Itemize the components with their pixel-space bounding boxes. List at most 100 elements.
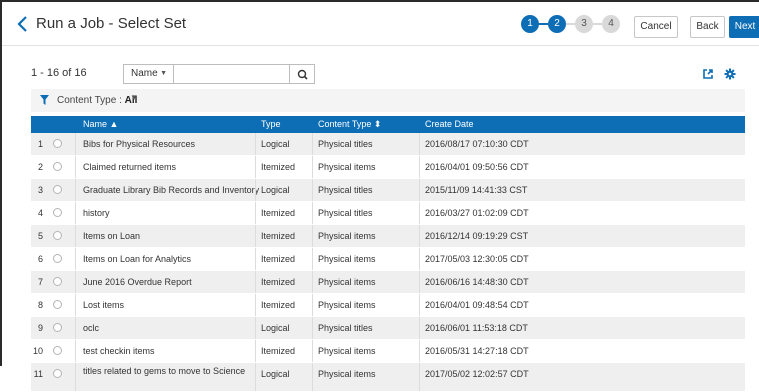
row-content-type-cell: Physical titles [318, 139, 373, 149]
row-select-radio[interactable] [53, 208, 62, 217]
row-type-cell: Itemized [261, 162, 296, 172]
column-divider [75, 317, 76, 339]
row-select-radio[interactable] [53, 277, 62, 286]
table-row[interactable]: 11 titles related to gems to move to Scie… [31, 363, 745, 392]
row-number: 10 [32, 346, 43, 356]
table-body: 1 Bibs for Physical Resources Logical Physi… [31, 133, 745, 392]
row-type-cell: Itemized [261, 300, 296, 310]
next-button[interactable]: Next [729, 16, 759, 38]
row-select-radio[interactable] [53, 231, 62, 240]
column-divider [75, 271, 76, 293]
column-divider [419, 294, 420, 316]
row-type-cell: Itemized [261, 208, 296, 218]
row-type-cell: Itemized [261, 346, 296, 356]
caret-down-icon[interactable]: ▼ [130, 93, 138, 102]
column-divider [255, 202, 256, 224]
table-row[interactable]: 5 Items on Loan Itemized Physical items 2016… [31, 225, 745, 248]
page-header: Run a Job - Select Set 1 2 3 4 Cancel Ba… [2, 2, 759, 46]
row-number: 7 [37, 277, 43, 287]
column-header-content-type[interactable]: Content Type ⬍ [318, 119, 381, 130]
search-input[interactable] [173, 64, 290, 84]
column-divider [255, 248, 256, 270]
step-4-indicator: 4 [602, 15, 620, 33]
back-button[interactable]: Back [690, 16, 725, 38]
column-divider [75, 225, 76, 247]
row-create-date-cell: 2016/06/01 11:53:18 CDT [425, 323, 528, 333]
window-frame-left [0, 0, 2, 366]
table-row[interactable]: 9 oclc Logical Physical titles 2016/06/01 11… [31, 317, 745, 340]
column-divider [255, 317, 256, 339]
table-row[interactable]: 1 Bibs for Physical Resources Logical Physi… [31, 133, 745, 156]
row-number: 8 [37, 300, 43, 310]
column-divider [419, 363, 420, 391]
column-divider [419, 225, 420, 247]
step-connector [539, 23, 548, 25]
row-name-cell: history [83, 208, 110, 218]
row-content-type-cell: Physical items [318, 254, 376, 264]
row-number: 6 [37, 254, 43, 264]
column-divider [255, 340, 256, 362]
table-row[interactable]: 10 test checkin items Itemized Physical ite… [31, 340, 745, 363]
results-count: 1 - 16 of 16 [31, 67, 87, 79]
row-select-radio[interactable] [53, 185, 62, 194]
column-divider [419, 340, 420, 362]
column-divider [255, 363, 256, 391]
column-divider [312, 225, 313, 247]
column-divider [312, 202, 313, 224]
export-icon[interactable] [702, 68, 714, 80]
row-select-radio[interactable] [53, 369, 62, 378]
row-select-radio[interactable] [53, 346, 62, 355]
search-button[interactable] [289, 64, 315, 84]
row-name-cell: Bibs for Physical Resources [83, 139, 196, 149]
column-header-create-date[interactable]: Create Date [425, 119, 474, 129]
column-divider [75, 294, 76, 316]
column-divider [75, 248, 76, 270]
row-type-cell: Itemized [261, 231, 296, 241]
search-field-select[interactable]: Name ▼ [123, 64, 174, 84]
row-create-date-cell: 2016/04/01 09:48:54 CDT [425, 300, 529, 310]
column-divider [419, 202, 420, 224]
table-row[interactable]: 8 Lost items Itemized Physical items 2016/04… [31, 294, 745, 317]
column-divider [419, 317, 420, 339]
table-row[interactable]: 2 Claimed returned items Itemized Physical … [31, 156, 745, 179]
step-connector [566, 23, 575, 25]
row-select-radio[interactable] [53, 254, 62, 263]
content-type-filter[interactable]: Content Type : All [57, 95, 137, 106]
column-divider [312, 248, 313, 270]
column-divider [312, 133, 313, 155]
column-divider [75, 202, 76, 224]
column-divider [419, 133, 420, 155]
column-divider [419, 156, 420, 178]
column-header-name[interactable]: Name ▲ [83, 119, 118, 129]
row-create-date-cell: 2016/04/01 09:50:56 CDT [425, 162, 529, 172]
row-name-cell: Claimed returned items [83, 162, 177, 172]
row-create-date-cell: 2017/05/03 12:30:05 CDT [425, 254, 529, 264]
row-select-radio[interactable] [53, 139, 62, 148]
cancel-button[interactable]: Cancel [634, 16, 678, 38]
column-divider [75, 340, 76, 362]
row-create-date-cell: 2016/05/31 14:27:18 CDT [425, 346, 529, 356]
step-connector [593, 23, 602, 25]
column-divider [419, 248, 420, 270]
table-row[interactable]: 4 history Itemized Physical titles 2016/03/2… [31, 202, 745, 225]
row-select-radio[interactable] [53, 300, 62, 309]
search-field-value: Name [131, 68, 158, 79]
row-select-radio[interactable] [53, 323, 62, 332]
gear-icon[interactable] [724, 68, 736, 80]
row-name-cell: oclc [83, 323, 100, 333]
table-row[interactable]: 7 June 2016 Overdue Report Itemized Physica… [31, 271, 745, 294]
table-row[interactable]: 3 Graduate Library Bib Records and Invent… [31, 179, 745, 202]
column-divider [75, 133, 76, 155]
row-content-type-cell: Physical items [318, 369, 376, 379]
column-divider [255, 133, 256, 155]
column-header-type[interactable]: Type [261, 119, 281, 129]
chevron-left-icon[interactable] [16, 14, 30, 34]
row-number: 3 [37, 185, 43, 195]
column-divider [255, 294, 256, 316]
column-divider [312, 179, 313, 201]
row-select-radio[interactable] [53, 162, 62, 171]
row-name-cell: titles related to gems to move to Scienc… [83, 366, 246, 376]
row-number: 1 [37, 139, 43, 149]
table-row[interactable]: 6 Items on Loan for Analytics Itemized Phys… [31, 248, 745, 271]
row-name-cell: Graduate Library Bib Records and Invento… [83, 185, 260, 195]
